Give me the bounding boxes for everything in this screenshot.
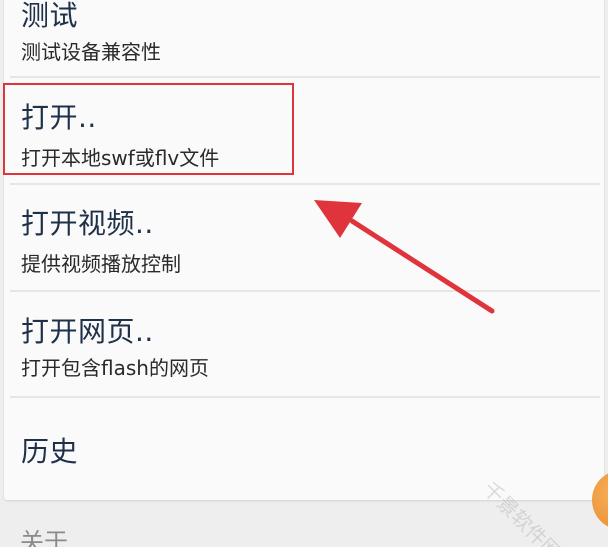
divider [10,76,600,78]
menu-item-open-video[interactable]: 打开视频.. 提供视频播放控制 [4,186,604,290]
menu-item-open-webpage[interactable]: 打开网页.. 打开包含flash的网页 [4,294,604,398]
menu-item-title: 历史 [21,435,79,468]
section-header-about: 关于 [20,528,68,547]
divider [10,183,600,185]
divider [10,396,600,398]
menu-item-subtitle: 打开本地swf或flv文件 [21,146,220,170]
menu-item-open[interactable]: 打开.. 打开本地swf或flv文件 [4,80,604,184]
menu-item-subtitle: 打开包含flash的网页 [21,356,209,380]
menu-item-title: 测试 [21,0,79,32]
menu-item-subtitle: 提供视频播放控制 [21,252,181,276]
menu-item-history[interactable]: 历史 [4,400,604,500]
divider [10,290,600,292]
menu-item-title: 打开网页.. [21,315,154,348]
menu-item-test[interactable]: 测试 测试设备兼容性 [4,0,604,76]
menu-item-title: 打开视频.. [21,207,154,240]
menu-item-title: 打开.. [21,101,97,134]
app-screen: 测试 测试设备兼容性 打开.. 打开本地swf或flv文件 打开视频.. 提供视… [0,0,608,547]
menu-item-subtitle: 测试设备兼容性 [21,40,161,64]
